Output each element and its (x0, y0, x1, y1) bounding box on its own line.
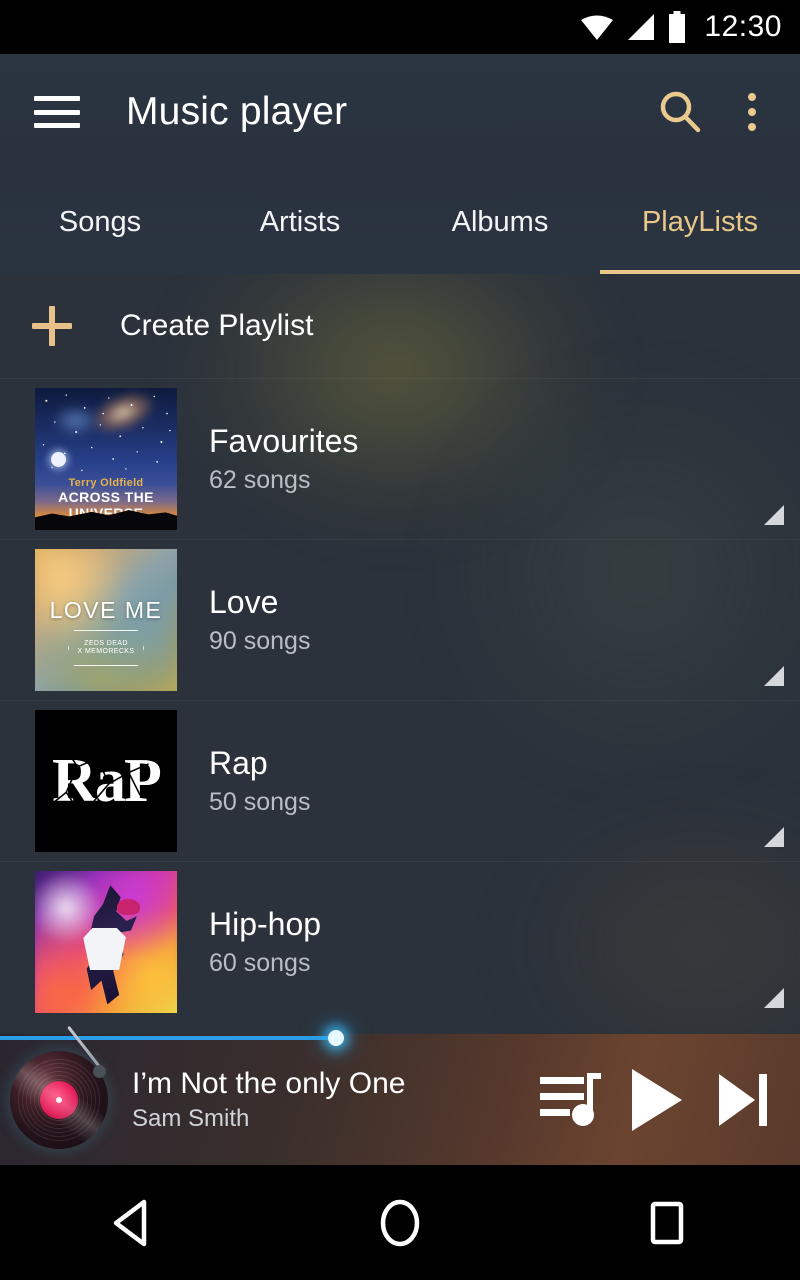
create-playlist-label: Create Playlist (120, 309, 314, 342)
album-art-hip-hop (35, 871, 177, 1013)
android-nav-bar (0, 1165, 800, 1280)
row-menu-corner-icon[interactable] (764, 666, 784, 686)
playback-progress-slider[interactable] (0, 1030, 800, 1046)
page-title: Music player (126, 90, 348, 133)
now-playing-bar[interactable]: I’m Not the only One Sam Smith (0, 1025, 800, 1165)
album-art-favourites: Terry Oldfield ACROSS THE UNIVERSE (35, 388, 177, 530)
tab-songs[interactable]: Songs (0, 170, 200, 274)
album-art-badge-line1: ZEDS DEAD (84, 640, 128, 648)
album-art-badge-line2: X MEMORECKS (77, 648, 135, 656)
list-item[interactable]: Terry Oldfield ACROSS THE UNIVERSE Favou… (0, 379, 800, 539)
now-playing-artist: Sam Smith (132, 1104, 250, 1132)
playlist-song-count: 60 songs (209, 949, 311, 977)
plus-icon (32, 306, 72, 346)
list-item-text: Love 90 songs (209, 584, 310, 656)
album-art-title-text: LOVE ME (49, 597, 163, 624)
playlist-song-count: 62 songs (209, 466, 311, 494)
hamburger-menu-icon[interactable] (34, 96, 80, 128)
search-icon[interactable] (652, 84, 708, 140)
home-circle-icon[interactable] (345, 1183, 455, 1263)
tab-albums-label: Albums (451, 205, 549, 238)
skip-next-icon[interactable] (700, 1057, 786, 1143)
tab-albums[interactable]: Albums (400, 170, 600, 274)
app-bar: Music player (0, 54, 800, 170)
list-item[interactable]: Hip-hop 60 songs (0, 862, 800, 1022)
tab-playlists-label: PlayLists (641, 205, 759, 238)
playlists-list[interactable]: Create Playlist Terry Oldfield ACROSS TH… (0, 274, 800, 1034)
phone-screen: 12:30 Music player Songs Artists Albums (0, 0, 800, 1280)
album-art-love: LOVE ME ZEDS DEAD X MEMORECKS (35, 549, 177, 691)
wifi-icon (580, 12, 614, 42)
tab-artists[interactable]: Artists (200, 170, 400, 274)
row-menu-corner-icon[interactable] (764, 827, 784, 847)
signal-icon (626, 12, 656, 42)
list-item-text: Hip-hop 60 songs (209, 906, 321, 978)
play-icon[interactable] (614, 1057, 700, 1143)
now-playing-title: I’m Not the only One (132, 1066, 406, 1100)
back-triangle-icon[interactable] (78, 1183, 188, 1263)
queue-music-icon[interactable] (528, 1057, 614, 1143)
status-bar: 12:30 (0, 0, 800, 54)
playlist-name: Rap (209, 745, 268, 781)
tab-playlists[interactable]: PlayLists (600, 170, 800, 274)
battery-icon (668, 11, 686, 43)
list-item-text: Favourites 62 songs (209, 423, 358, 495)
playlist-name: Favourites (209, 423, 359, 459)
album-art-badge: ZEDS DEAD X MEMORECKS (68, 629, 144, 666)
status-bar-clock: 12:30 (704, 10, 782, 43)
overflow-menu-icon[interactable] (732, 84, 772, 140)
playlist-name: Love (209, 584, 279, 620)
album-art-artist-text: Terry Oldfield (68, 477, 144, 490)
progress-fill (0, 1036, 336, 1040)
recents-square-icon[interactable] (612, 1183, 722, 1263)
list-item-text: Rap 50 songs (209, 745, 310, 817)
album-art-title-text: RaP (52, 746, 162, 815)
tab-songs-label: Songs (58, 205, 142, 238)
playlist-song-count: 90 songs (209, 627, 311, 655)
list-item[interactable]: RaP Rap 50 songs (0, 701, 800, 861)
album-art-rap: RaP (35, 710, 177, 852)
list-item[interactable]: LOVE ME ZEDS DEAD X MEMORECKS Love 90 so… (0, 540, 800, 700)
row-menu-corner-icon[interactable] (764, 988, 784, 1008)
vinyl-record-icon (10, 1025, 108, 1149)
tab-bar: Songs Artists Albums PlayLists (0, 170, 800, 274)
now-playing-text: I’m Not the only One Sam Smith (132, 1067, 405, 1133)
progress-thumb[interactable] (328, 1030, 344, 1046)
tab-artists-label: Artists (259, 205, 341, 238)
playlist-song-count: 50 songs (209, 788, 311, 816)
row-menu-corner-icon[interactable] (764, 505, 784, 525)
create-playlist-button[interactable]: Create Playlist (0, 274, 800, 378)
playlist-name: Hip-hop (209, 906, 322, 942)
